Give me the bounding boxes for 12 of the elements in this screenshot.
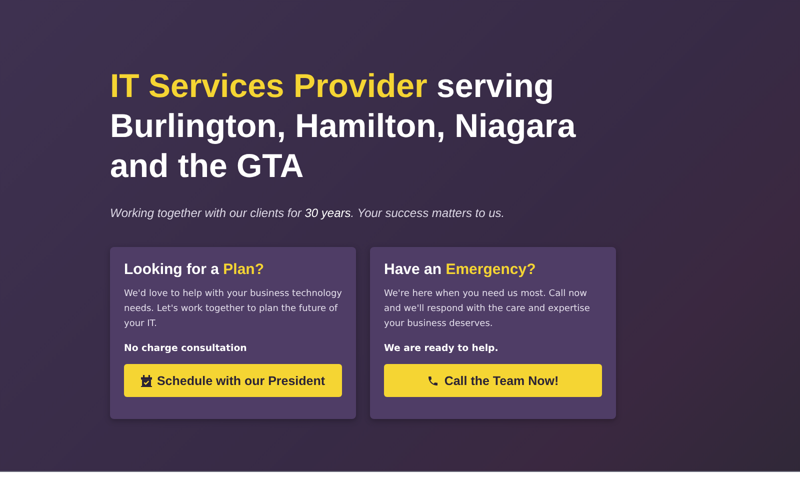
card-title: Looking for a Plan? [124, 261, 266, 278]
card-text: We'd love to help with your business technology needs. Let's work together to plan the future of your IT. [124, 288, 342, 331]
tagline: Working together with our clients for 30 years. Your success matters to us. [110, 206, 506, 220]
card-note: No charge consultation [124, 343, 248, 354]
card-note: We are ready to help. [384, 343, 500, 354]
card-title: Have an Emergency? [384, 261, 537, 278]
card-text: We're here when you need us most. Call now and we'll respond with the care and expertise your business deserves. [384, 288, 591, 331]
cta-button[interactable]: Call the Team Now! [384, 364, 602, 397]
calendar-icon [140, 374, 152, 386]
cta-button[interactable]: Schedule with our President [124, 364, 342, 397]
phone-icon [427, 374, 440, 386]
headline: IT Services Provider serving Burlington, Hamilton, Niagara and the GTA [110, 66, 577, 186]
